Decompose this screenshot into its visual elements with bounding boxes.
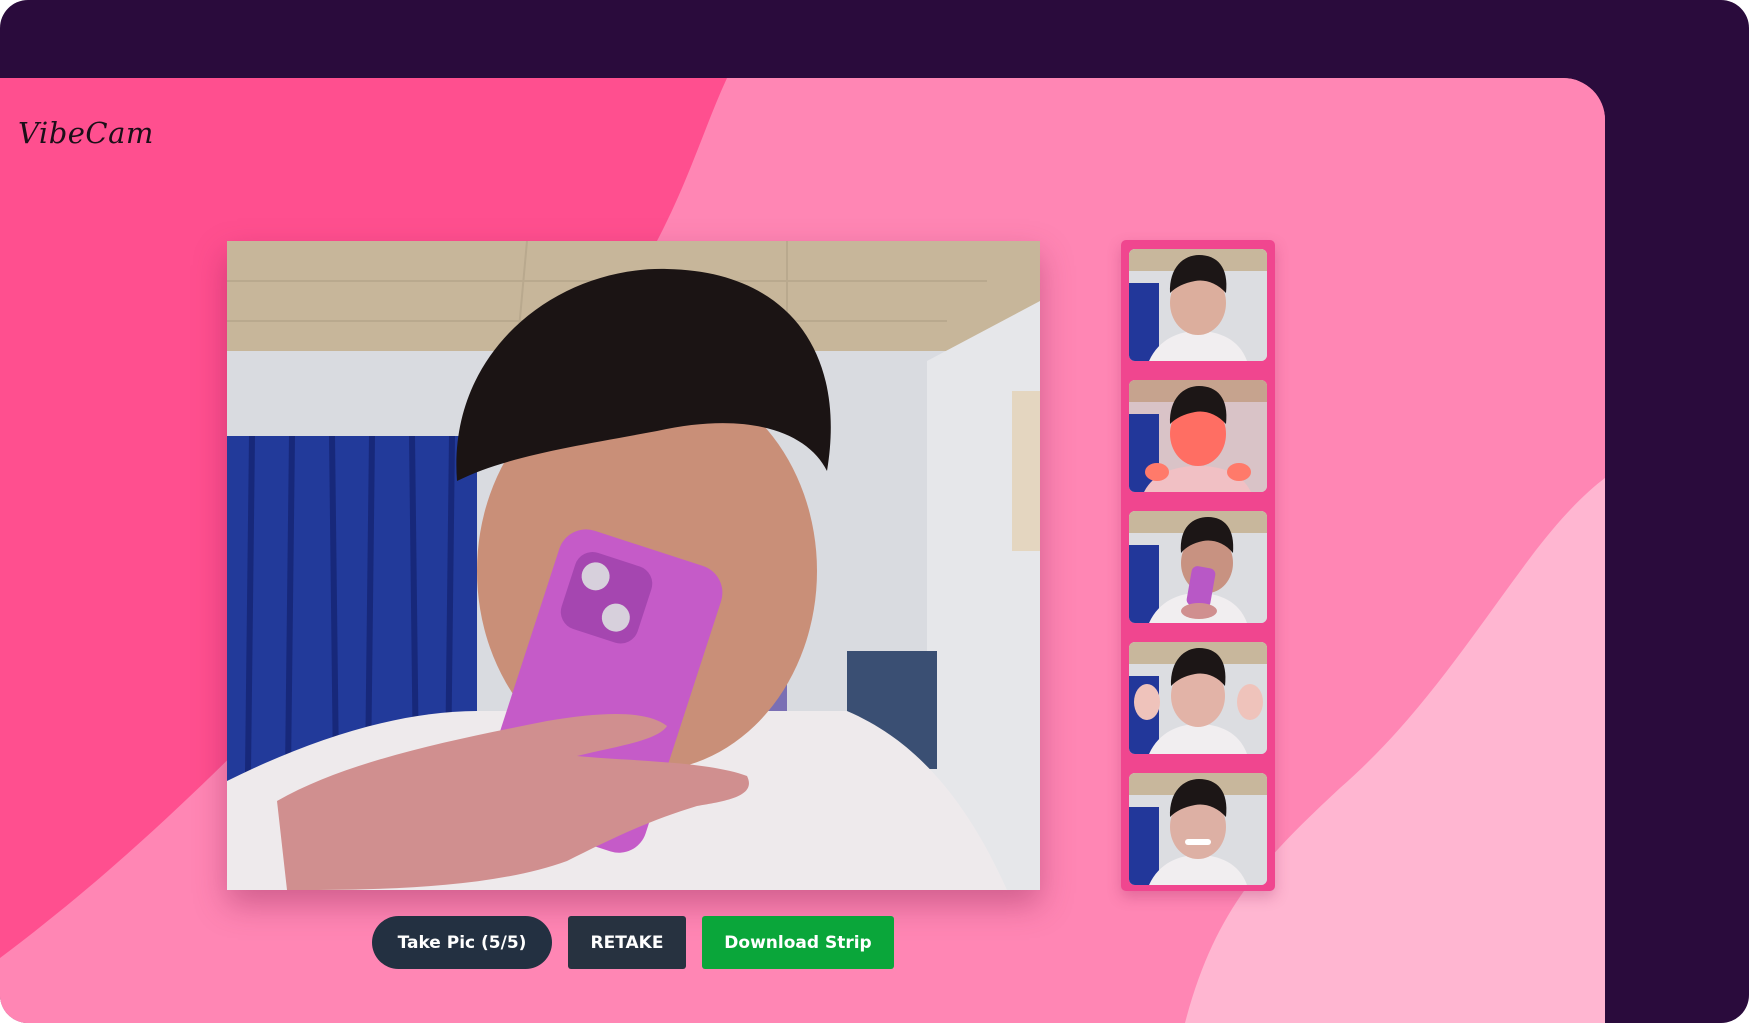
- download-strip-button[interactable]: Download Strip: [702, 916, 894, 969]
- window-frame: VibeCam Take Pic (5/5) RETAKE Download S…: [0, 0, 1749, 1023]
- camera-feed-image: [227, 241, 1040, 890]
- strip-photo-2[interactable]: [1129, 380, 1267, 492]
- strip-photo-5[interactable]: [1129, 773, 1267, 885]
- take-pic-button[interactable]: Take Pic (5/5): [372, 916, 552, 969]
- strip-photo-1[interactable]: [1129, 249, 1267, 361]
- app-canvas: VibeCam Take Pic (5/5) RETAKE Download S…: [0, 78, 1605, 1023]
- strip-photo-3[interactable]: [1129, 511, 1267, 623]
- live-camera-view: [227, 241, 1040, 890]
- retake-button[interactable]: RETAKE: [568, 916, 686, 969]
- photo-strip: [1121, 240, 1275, 891]
- strip-photo-4[interactable]: [1129, 642, 1267, 754]
- vibecam-logo: VibeCam: [18, 116, 154, 150]
